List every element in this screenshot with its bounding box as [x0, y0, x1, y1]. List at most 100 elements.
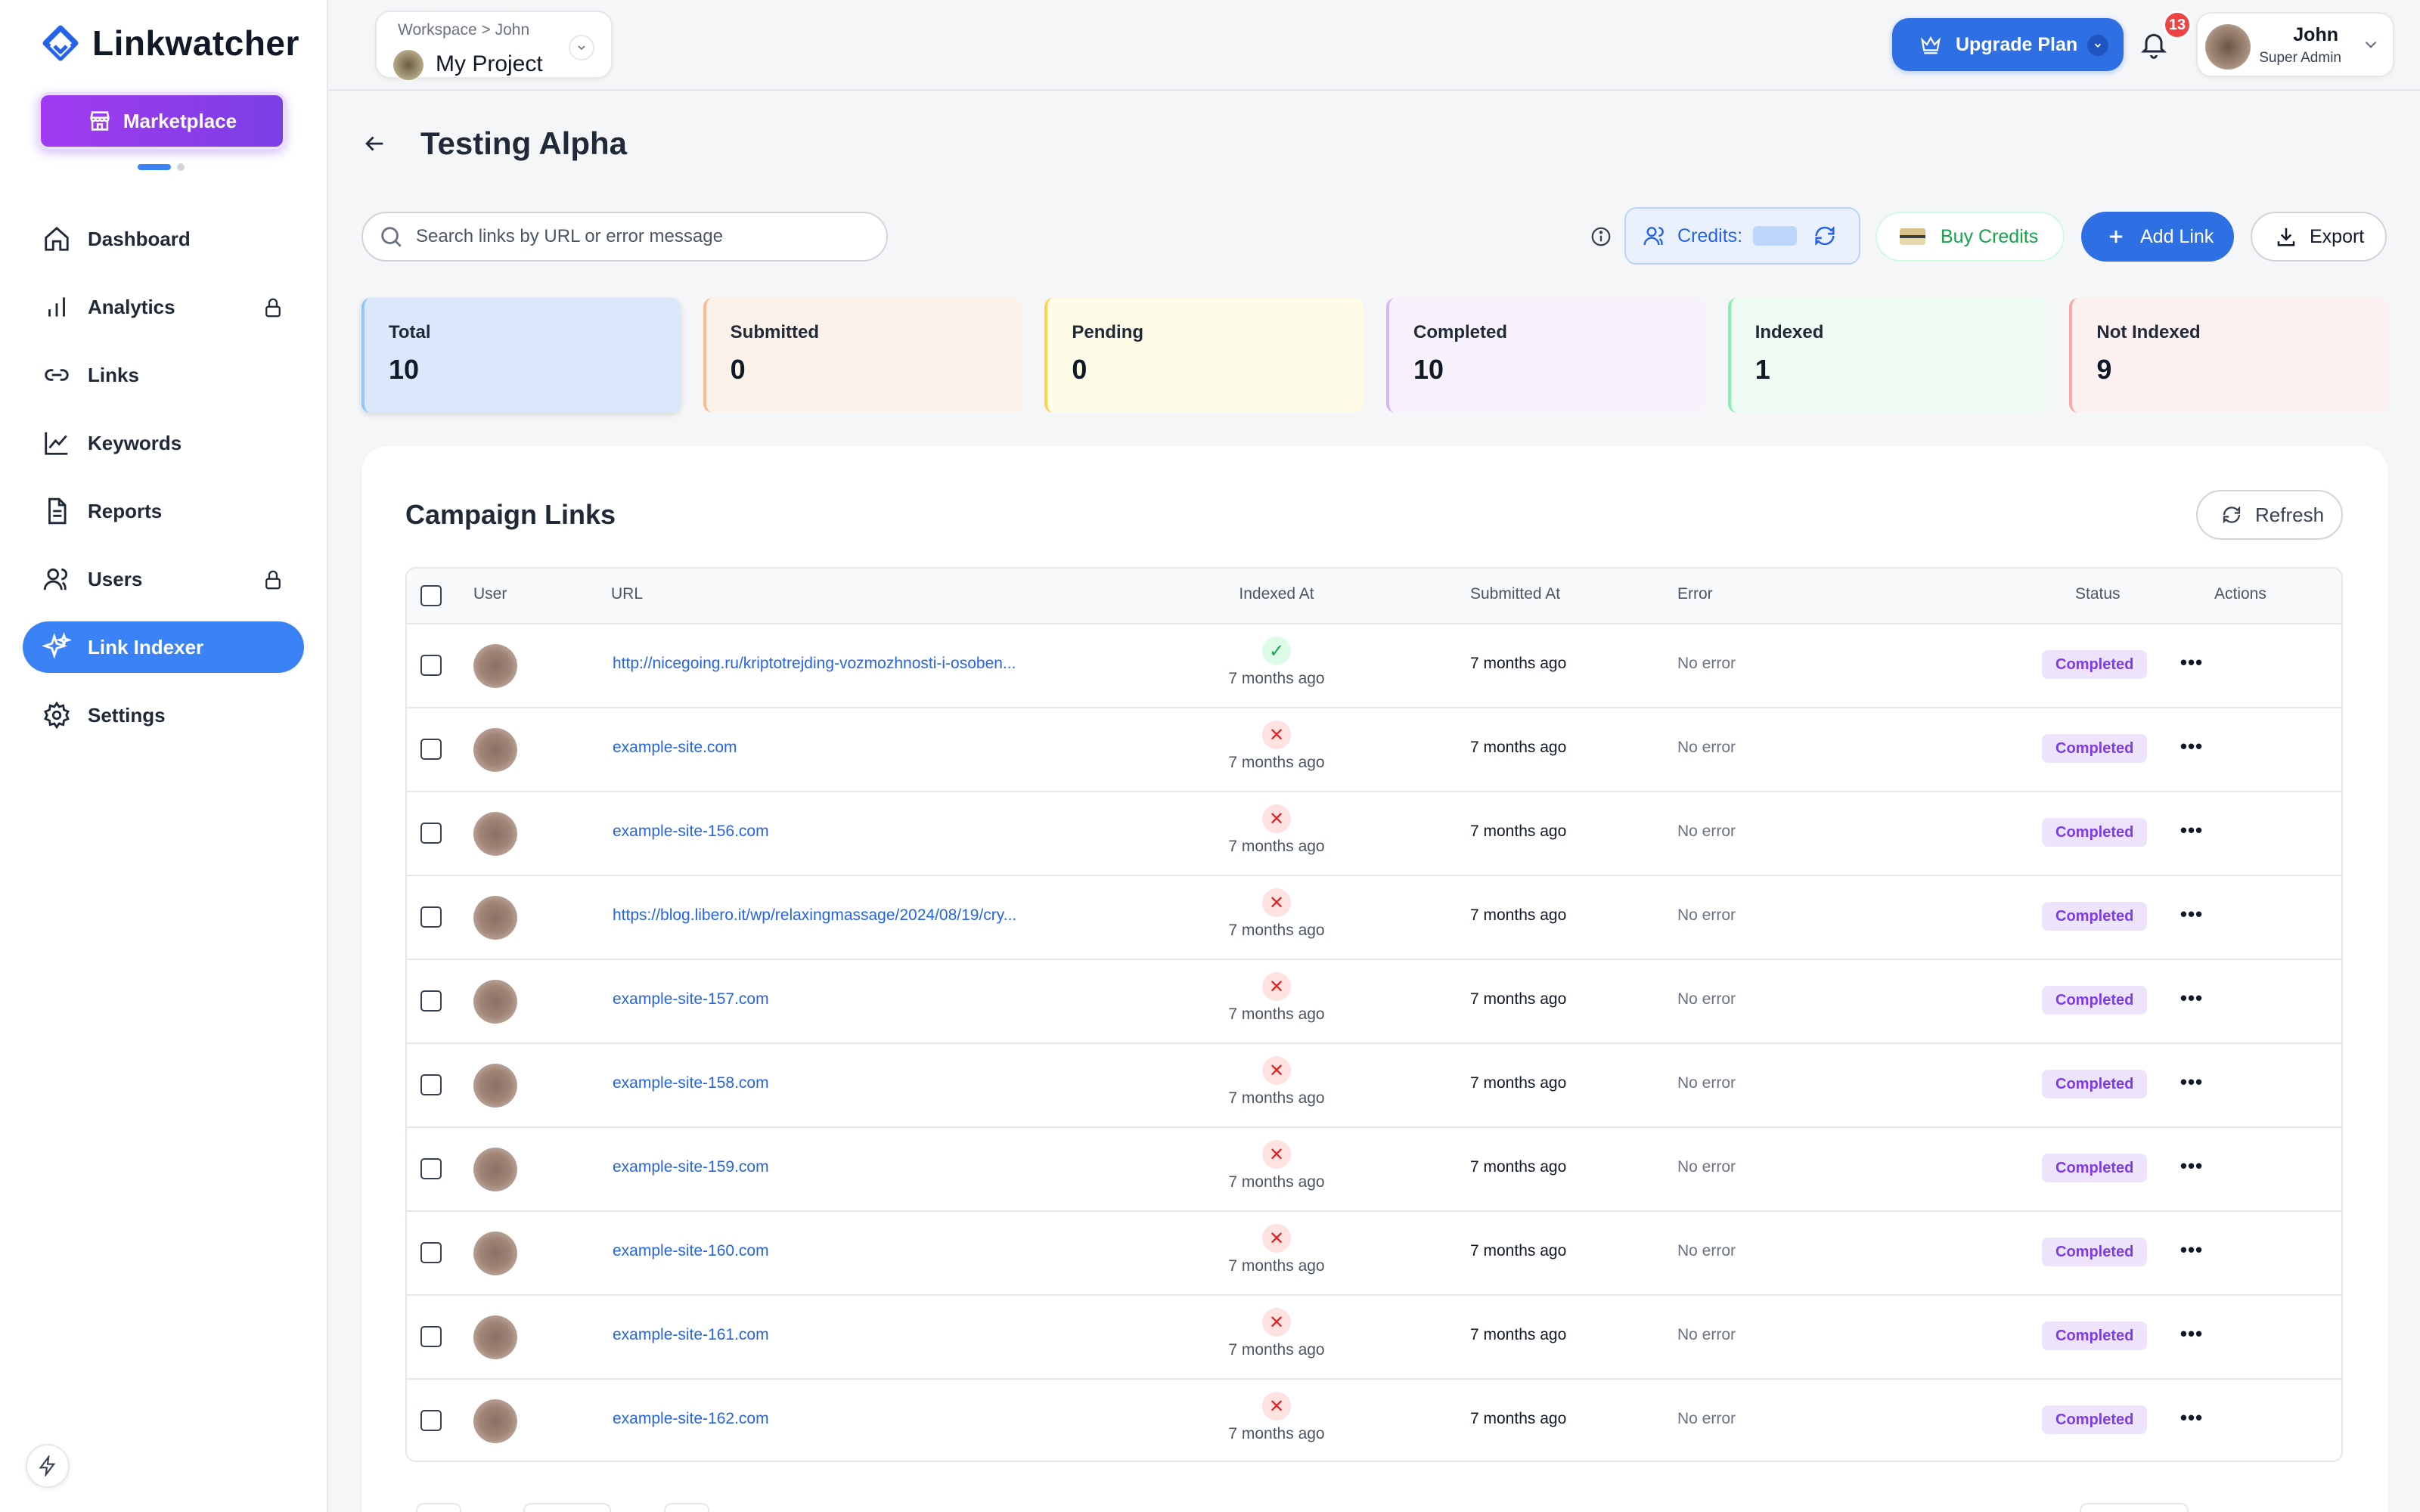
pagination-control[interactable] — [2080, 1503, 2189, 1512]
more-actions-icon[interactable]: ••• — [2176, 1318, 2207, 1349]
column-header-submitted-at[interactable]: Submitted At — [1470, 585, 1560, 603]
stat-card-submitted[interactable]: Submitted 0 — [703, 298, 1022, 413]
column-header-url[interactable]: URL — [611, 585, 643, 603]
sidebar-item-links[interactable]: Links — [23, 349, 304, 401]
pagination-next[interactable] — [664, 1503, 709, 1512]
stats-row: Total 10 Submitted 0 Pending 0 Completed… — [361, 298, 2389, 413]
x-icon: ✕ — [1262, 804, 1291, 833]
stat-card-not-indexed[interactable]: Not Indexed 9 — [2069, 298, 2389, 413]
x-icon: ✕ — [1262, 1140, 1291, 1169]
more-actions-icon[interactable]: ••• — [2176, 647, 2207, 677]
document-icon — [48, 497, 67, 525]
table-row[interactable]: example-site-158.com ✕ 7 months ago 7 mo… — [407, 1044, 2341, 1128]
chevron-down-icon[interactable] — [2087, 35, 2108, 56]
app-logo[interactable]: Linkwatcher — [41, 23, 299, 64]
stat-card-total[interactable]: Total 10 — [361, 298, 681, 413]
pagination-prev[interactable] — [416, 1503, 461, 1512]
more-actions-icon[interactable]: ••• — [2176, 1151, 2207, 1181]
row-checkbox[interactable] — [420, 1242, 442, 1263]
info-icon[interactable] — [1590, 225, 1612, 248]
row-checkbox[interactable] — [420, 823, 442, 844]
table-row[interactable]: example-site-159.com ✕ 7 months ago 7 mo… — [407, 1128, 2341, 1212]
row-checkbox[interactable] — [420, 1326, 442, 1347]
status-badge: Completed — [2042, 818, 2148, 847]
link-url[interactable]: example-site-160.com — [613, 1242, 769, 1260]
table-row[interactable]: example-site-162.com ✕ 7 months ago 7 mo… — [407, 1380, 2341, 1461]
link-url[interactable]: example-site-159.com — [613, 1158, 769, 1176]
table-row[interactable]: http://nicegoing.ru/kriptotrejding-vozmo… — [407, 624, 2341, 708]
row-checkbox[interactable] — [420, 1074, 442, 1095]
row-checkbox[interactable] — [420, 990, 442, 1012]
link-url[interactable]: example-site.com — [613, 739, 737, 757]
chevron-down-icon[interactable] — [569, 35, 594, 60]
link-url[interactable]: https://blog.libero.it/wp/relaxingmassag… — [613, 906, 1016, 925]
sidebar-item-reports[interactable]: Reports — [23, 485, 304, 537]
check-icon: ✓ — [1262, 637, 1291, 665]
link-url[interactable]: http://nicegoing.ru/kriptotrejding-vozmo… — [613, 655, 1016, 673]
sidebar-item-users[interactable]: Users — [23, 553, 304, 605]
column-header-user[interactable]: User — [473, 585, 507, 603]
row-checkbox[interactable] — [420, 739, 442, 760]
chevron-down-icon[interactable] — [2361, 35, 2381, 54]
more-actions-icon[interactable]: ••• — [2176, 815, 2207, 845]
stat-card-completed[interactable]: Completed 10 — [1386, 298, 1705, 413]
project-selector[interactable]: Workspace > John My Project — [375, 11, 613, 80]
link-url[interactable]: example-site-161.com — [613, 1326, 769, 1344]
bell-icon[interactable] — [2139, 29, 2169, 59]
table-row[interactable]: example-site-156.com ✕ 7 months ago 7 mo… — [407, 792, 2341, 876]
add-link-button[interactable]: Add Link — [2081, 212, 2234, 262]
credits-label: Credits: — [1677, 225, 1743, 246]
carousel-dot-active[interactable] — [138, 164, 171, 170]
link-url[interactable]: example-site-156.com — [613, 823, 769, 841]
submitted-at: 7 months ago — [1470, 1326, 1567, 1343]
quick-action-button[interactable] — [26, 1444, 70, 1488]
table-row[interactable]: example-site-160.com ✕ 7 months ago 7 mo… — [407, 1212, 2341, 1296]
link-url[interactable]: example-site-162.com — [613, 1410, 769, 1428]
carousel-dot[interactable] — [177, 163, 185, 171]
submitted-at: 7 months ago — [1470, 1410, 1567, 1427]
avatar — [473, 812, 517, 856]
table-row[interactable]: https://blog.libero.it/wp/relaxingmassag… — [407, 876, 2341, 960]
table-row[interactable]: example-site-161.com ✕ 7 months ago 7 mo… — [407, 1296, 2341, 1380]
more-actions-icon[interactable]: ••• — [2176, 983, 2207, 1013]
back-arrow-icon[interactable] — [361, 131, 387, 156]
stat-card-pending[interactable]: Pending 0 — [1044, 298, 1364, 413]
sidebar-item-dashboard[interactable]: Dashboard — [23, 213, 304, 265]
search-box[interactable] — [361, 212, 888, 262]
column-header-error[interactable]: Error — [1677, 585, 1713, 603]
row-checkbox[interactable] — [420, 906, 442, 928]
export-button[interactable]: Export — [2251, 212, 2387, 262]
user-menu[interactable]: John Super Admin — [2196, 12, 2394, 77]
stat-card-indexed[interactable]: Indexed 1 — [1727, 298, 2047, 413]
sidebar-item-keywords[interactable]: Keywords — [23, 417, 304, 469]
marketplace-button[interactable]: Marketplace — [38, 92, 286, 150]
sidebar-item-analytics[interactable]: Analytics — [23, 281, 304, 333]
more-actions-icon[interactable]: ••• — [2176, 731, 2207, 761]
upgrade-plan-button[interactable]: Upgrade Plan — [1892, 18, 2124, 71]
table-row[interactable]: example-site.com ✕ 7 months ago 7 months… — [407, 708, 2341, 792]
column-header-status[interactable]: Status — [2075, 585, 2121, 603]
page-size-select[interactable] — [523, 1503, 611, 1512]
sidebar-item-link-indexer[interactable]: Link Indexer — [23, 621, 304, 673]
row-checkbox[interactable] — [420, 1158, 442, 1179]
more-actions-icon[interactable]: ••• — [2176, 899, 2207, 929]
more-actions-icon[interactable]: ••• — [2176, 1067, 2207, 1097]
buy-credits-button[interactable]: Buy Credits — [1876, 212, 2065, 262]
link-url[interactable]: example-site-158.com — [613, 1074, 769, 1092]
refresh-icon[interactable] — [1812, 223, 1838, 249]
table-row[interactable]: example-site-157.com ✕ 7 months ago 7 mo… — [407, 960, 2341, 1044]
project-avatar — [393, 50, 424, 80]
search-input[interactable] — [416, 226, 870, 247]
more-actions-icon[interactable]: ••• — [2176, 1402, 2207, 1433]
sidebar-item-settings[interactable]: Settings — [23, 689, 304, 741]
refresh-button[interactable]: Refresh — [2196, 490, 2343, 540]
select-all-checkbox[interactable] — [420, 585, 442, 606]
row-checkbox[interactable] — [420, 655, 442, 676]
link-url[interactable]: example-site-157.com — [613, 990, 769, 1009]
error-text: No error — [1677, 655, 1736, 672]
gear-icon — [44, 701, 70, 730]
column-header-indexed-at[interactable]: Indexed At — [1193, 585, 1360, 603]
row-checkbox[interactable] — [420, 1410, 442, 1431]
carousel-dots[interactable] — [138, 163, 185, 171]
more-actions-icon[interactable]: ••• — [2176, 1235, 2207, 1265]
